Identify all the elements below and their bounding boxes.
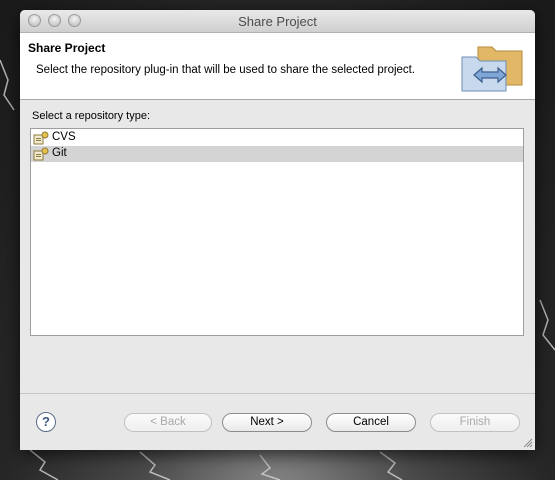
- title-bar: Share Project: [20, 10, 535, 33]
- repository-type-list[interactable]: CVS Git: [30, 128, 524, 336]
- back-button[interactable]: < Back: [124, 413, 212, 432]
- next-button[interactable]: Next >: [222, 413, 312, 432]
- wizard-title: Share Project: [28, 41, 106, 55]
- list-item-label: CVS: [52, 131, 76, 143]
- finish-button[interactable]: Finish: [430, 413, 520, 432]
- share-project-dialog: Share Project Share Project Select the r…: [20, 10, 535, 450]
- list-item-git[interactable]: Git: [31, 146, 523, 162]
- repository-plugin-icon: [33, 147, 49, 161]
- wizard-banner: Share Project Select the repository plug…: [20, 33, 535, 100]
- repository-type-label: Select a repository type:: [32, 110, 151, 122]
- help-button[interactable]: ?: [36, 412, 56, 432]
- list-item-label: Git: [52, 147, 67, 159]
- cancel-button[interactable]: Cancel: [326, 413, 416, 432]
- wizard-description: Select the repository plug-in that will …: [36, 64, 416, 76]
- repository-plugin-icon: [33, 131, 49, 145]
- footer-divider: [20, 393, 535, 394]
- share-folders-icon: [461, 46, 523, 92]
- list-item-cvs[interactable]: CVS: [31, 130, 523, 146]
- window-title: Share Project: [238, 14, 317, 29]
- resize-grip-icon[interactable]: [522, 437, 533, 448]
